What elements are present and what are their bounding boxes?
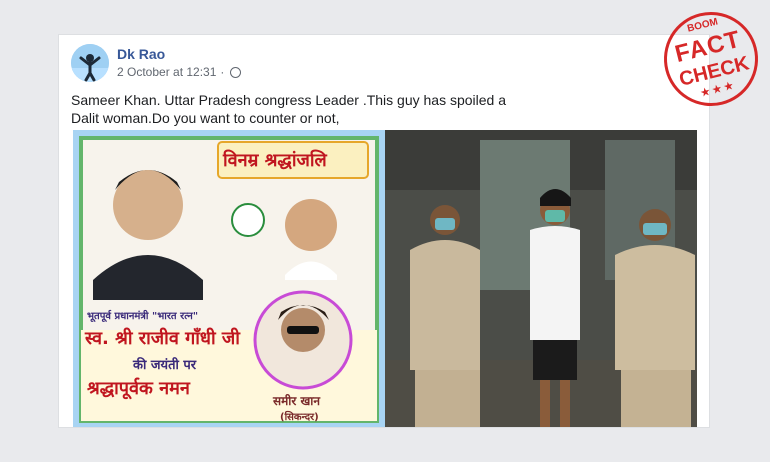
post-meta: 2 October at 12:31 · [117, 65, 242, 79]
post-timestamp[interactable]: 2 October at 12:31 [117, 65, 216, 79]
post-caption: Sameer Khan. Uttar Pradesh congress Lead… [71, 92, 507, 126]
poster-person-alias: (सिकन्दर) [280, 412, 319, 423]
poster-person-name: समीर खान [273, 394, 321, 408]
arrest-photo-illustration [385, 130, 697, 427]
author-name[interactable]: Dk Rao [117, 46, 165, 62]
poster-subtitle: भूतपूर्व प्रधानमंत्री "भारत रत्न" [87, 311, 199, 322]
facebook-post: Dk Rao 2 October at 12:31 · Sameer Khan.… [58, 34, 710, 428]
poster-line3: श्रद्धापूर्वक नमन [87, 378, 190, 399]
poster-heading: विनम्र श्रद्धांजलि [223, 150, 327, 171]
avatar[interactable] [71, 44, 109, 82]
globe-icon[interactable] [230, 66, 242, 78]
tribute-poster-image[interactable]: विनम्र श्रद्धांजलि भूतपूर्व प्रधानमंत्री… [73, 130, 385, 427]
avatar-image [71, 44, 109, 82]
poster-name-line: स्व. श्री राजीव गाँधी जी [85, 328, 240, 349]
arrest-photo[interactable] [385, 130, 697, 427]
poster-line2: की जयंती पर [133, 358, 197, 373]
